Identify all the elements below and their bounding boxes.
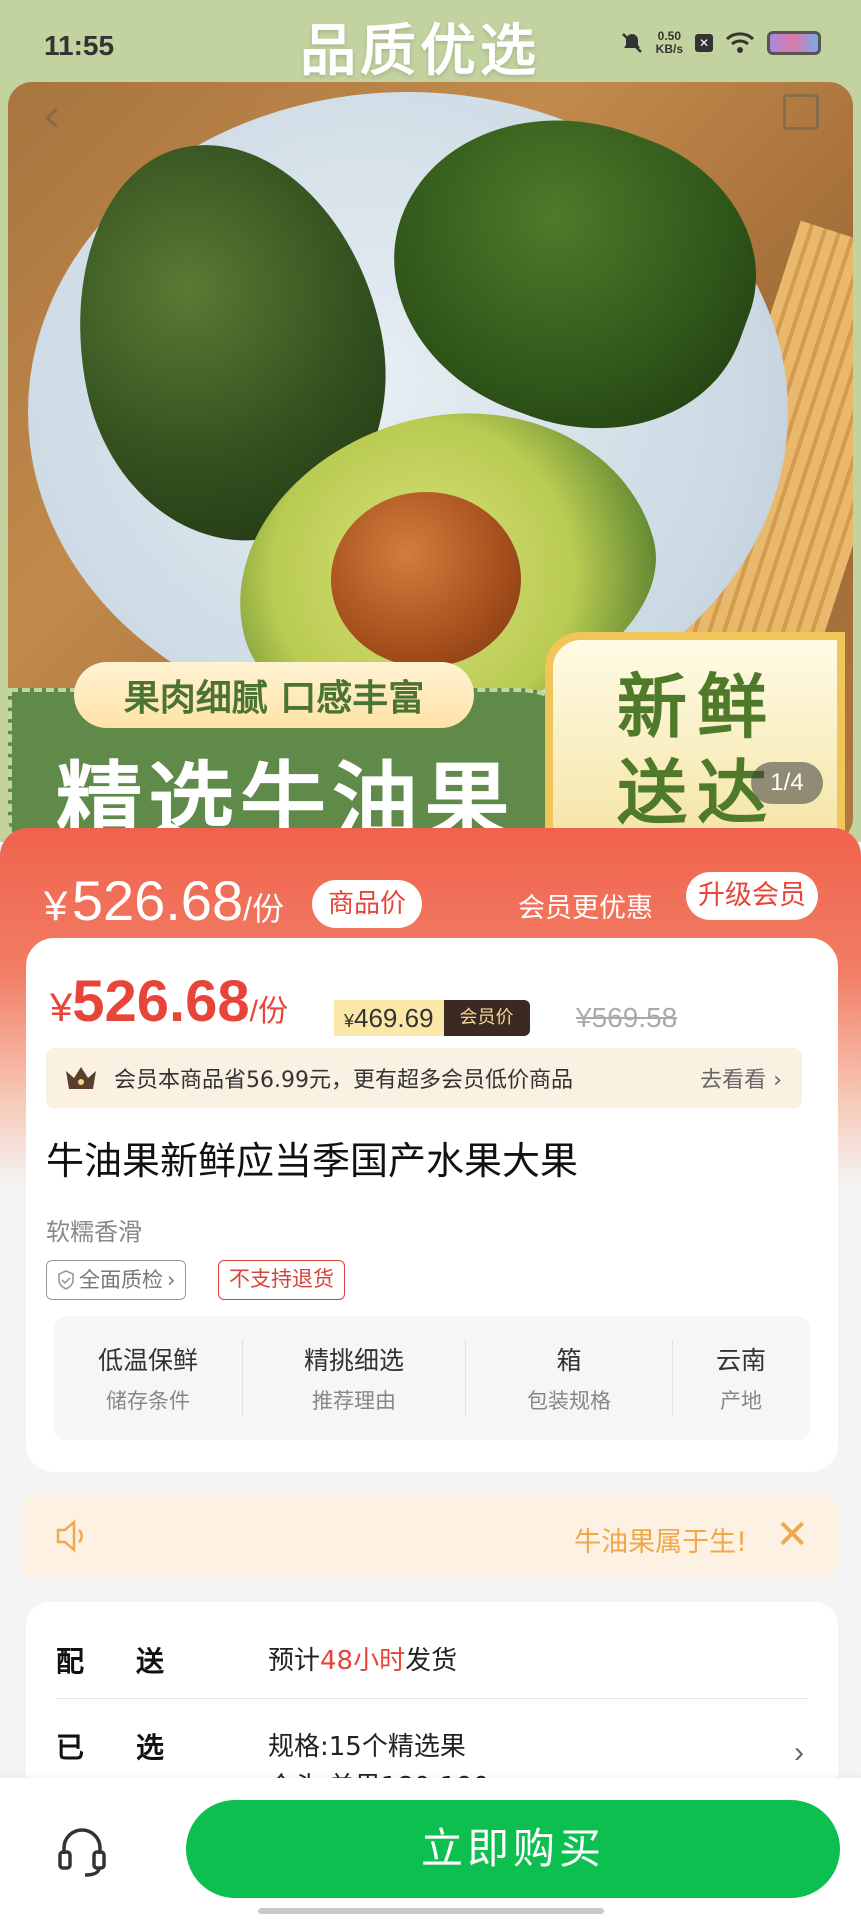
selected-value: 规格:15个精选果 (268, 1732, 466, 1762)
delivery-key: 配送 (56, 1645, 217, 1678)
view-more-link[interactable]: 去看看 › (700, 1062, 782, 1094)
product-card: ¥526.68/份 ¥469.69 会员价 ¥569.58 会员本商品省56.9… (26, 938, 838, 1472)
net-speed-unit: KB/s (655, 42, 683, 56)
notice-bar: 牛油果属于生! ✕ (22, 1494, 839, 1578)
brand-title: 品质优选 (300, 18, 540, 84)
attribute-item: 箱 包装规格 (466, 1341, 672, 1415)
attribute-label: 产地 (720, 1389, 762, 1413)
currency-symbol: ¥ (344, 1011, 355, 1031)
wifi-icon (725, 32, 755, 53)
buy-now-button[interactable]: 立即购买 (186, 1800, 840, 1898)
product-title: 牛油果新鲜应当季国产水果大果 (46, 1139, 579, 1183)
header-price: ¥ 526.68/份 (44, 868, 284, 933)
crown-icon (66, 1067, 96, 1089)
avocado-seed (331, 492, 521, 667)
battery-icon (767, 31, 821, 55)
attribute-label: 推荐理由 (312, 1389, 396, 1413)
attributes-panel: 低温保鲜 储存条件 精挑细选 推荐理由 箱 包装规格 云南 产地 (54, 1316, 810, 1440)
price-unit: /份 (249, 995, 288, 1028)
member-promo-text: 会员更优惠 (518, 893, 653, 924)
image-pager: 1/4 (751, 762, 823, 804)
shield-icon (58, 1270, 74, 1290)
attribute-value: 云南 (715, 1346, 766, 1375)
fresh-badge: 新鲜送达 (545, 632, 845, 842)
hero-gallery[interactable]: ‹ 果肉细腻 口感丰富 精选牛油果 新鲜送达 1/4 (0, 82, 861, 842)
chevron-right-icon: › (773, 1068, 782, 1093)
member-price-number: 469.69 (354, 1003, 434, 1033)
headset-icon[interactable] (56, 1824, 108, 1878)
attribute-item: 低温保鲜 储存条件 (54, 1341, 242, 1415)
member-price-label: 会员价 (443, 1000, 530, 1036)
price-value: 526.68 (72, 969, 250, 1034)
delivery-value: 预计48小时发货 (268, 1640, 457, 1677)
close-icon[interactable]: ✕ (775, 1512, 809, 1558)
view-more-label: 去看看 (700, 1068, 767, 1093)
price-value: 526.68 (71, 869, 244, 932)
mute-icon (621, 33, 642, 53)
attribute-value: 低温保鲜 (97, 1346, 198, 1375)
pager-total: 4 (790, 769, 804, 796)
promo-headline: 精选牛油果 (56, 753, 516, 842)
attribute-item: 云南 产地 (673, 1341, 809, 1415)
attribute-label: 包装规格 (527, 1389, 611, 1413)
delivery-prefix: 预计 (268, 1646, 321, 1676)
status-bar: 11:55 品质优选 0.50 KB/s ✕ (0, 0, 861, 92)
promo-slogan: 果肉细腻 口感丰富 (74, 662, 474, 728)
member-savings-text: 会员本商品省56.99元，更有超多会员低价商品 (114, 1068, 573, 1093)
no-return-tag: 不支持退货 (218, 1260, 345, 1300)
selected-key: 已选 (56, 1731, 217, 1764)
speaker-icon (56, 1519, 83, 1553)
upgrade-member-button[interactable]: 升级会员 (686, 872, 818, 920)
status-time: 11:55 (44, 30, 115, 61)
bottom-action-bar: 立即购买 (0, 1778, 861, 1920)
back-icon[interactable]: ‹ (42, 88, 61, 144)
status-icons: 0.50 KB/s ✕ (620, 30, 821, 56)
attribute-item: 精挑细选 推荐理由 (243, 1341, 465, 1415)
divider (56, 1698, 808, 1699)
quality-check-label: 全面质检 (79, 1267, 163, 1292)
hero-image[interactable]: ‹ 果肉细腻 口感丰富 精选牛油果 新鲜送达 1/4 (8, 82, 853, 842)
member-savings-banner[interactable]: 会员本商品省56.99元，更有超多会员低价商品 去看看 › (46, 1048, 802, 1108)
attribute-label: 储存条件 (106, 1389, 190, 1413)
currency-symbol: ¥ (44, 882, 68, 929)
pager-current: 1 (770, 769, 784, 796)
home-indicator[interactable] (258, 1908, 604, 1914)
delivery-time: 48小时 (320, 1646, 406, 1676)
currency-symbol: ¥ (50, 986, 73, 1030)
chevron-right-icon[interactable]: › (794, 1736, 804, 1770)
product-price: ¥526.68/份 (50, 968, 288, 1035)
price-unit: /份 (243, 891, 284, 927)
member-price-value: ¥469.69 (334, 1000, 444, 1036)
chevron-right-icon: › (167, 1267, 176, 1292)
attribute-value: 箱 (556, 1346, 582, 1375)
delivery-suffix: 发货 (405, 1646, 458, 1676)
share-icon[interactable] (783, 94, 819, 130)
product-subtitle: 软糯香滑 (46, 1218, 142, 1246)
notice-text: 牛油果属于生! (574, 1527, 747, 1558)
member-price-badge: ¥469.69 会员价 (334, 1000, 530, 1036)
original-price: ¥569.58 (576, 1002, 678, 1033)
x-app-icon: ✕ (695, 34, 713, 52)
attribute-value: 精挑细选 (303, 1346, 404, 1375)
price-type-tag: 商品价 (312, 880, 423, 928)
quality-check-tag[interactable]: 全面质检 › (46, 1260, 187, 1300)
net-speed: 0.50 KB/s (656, 30, 683, 56)
